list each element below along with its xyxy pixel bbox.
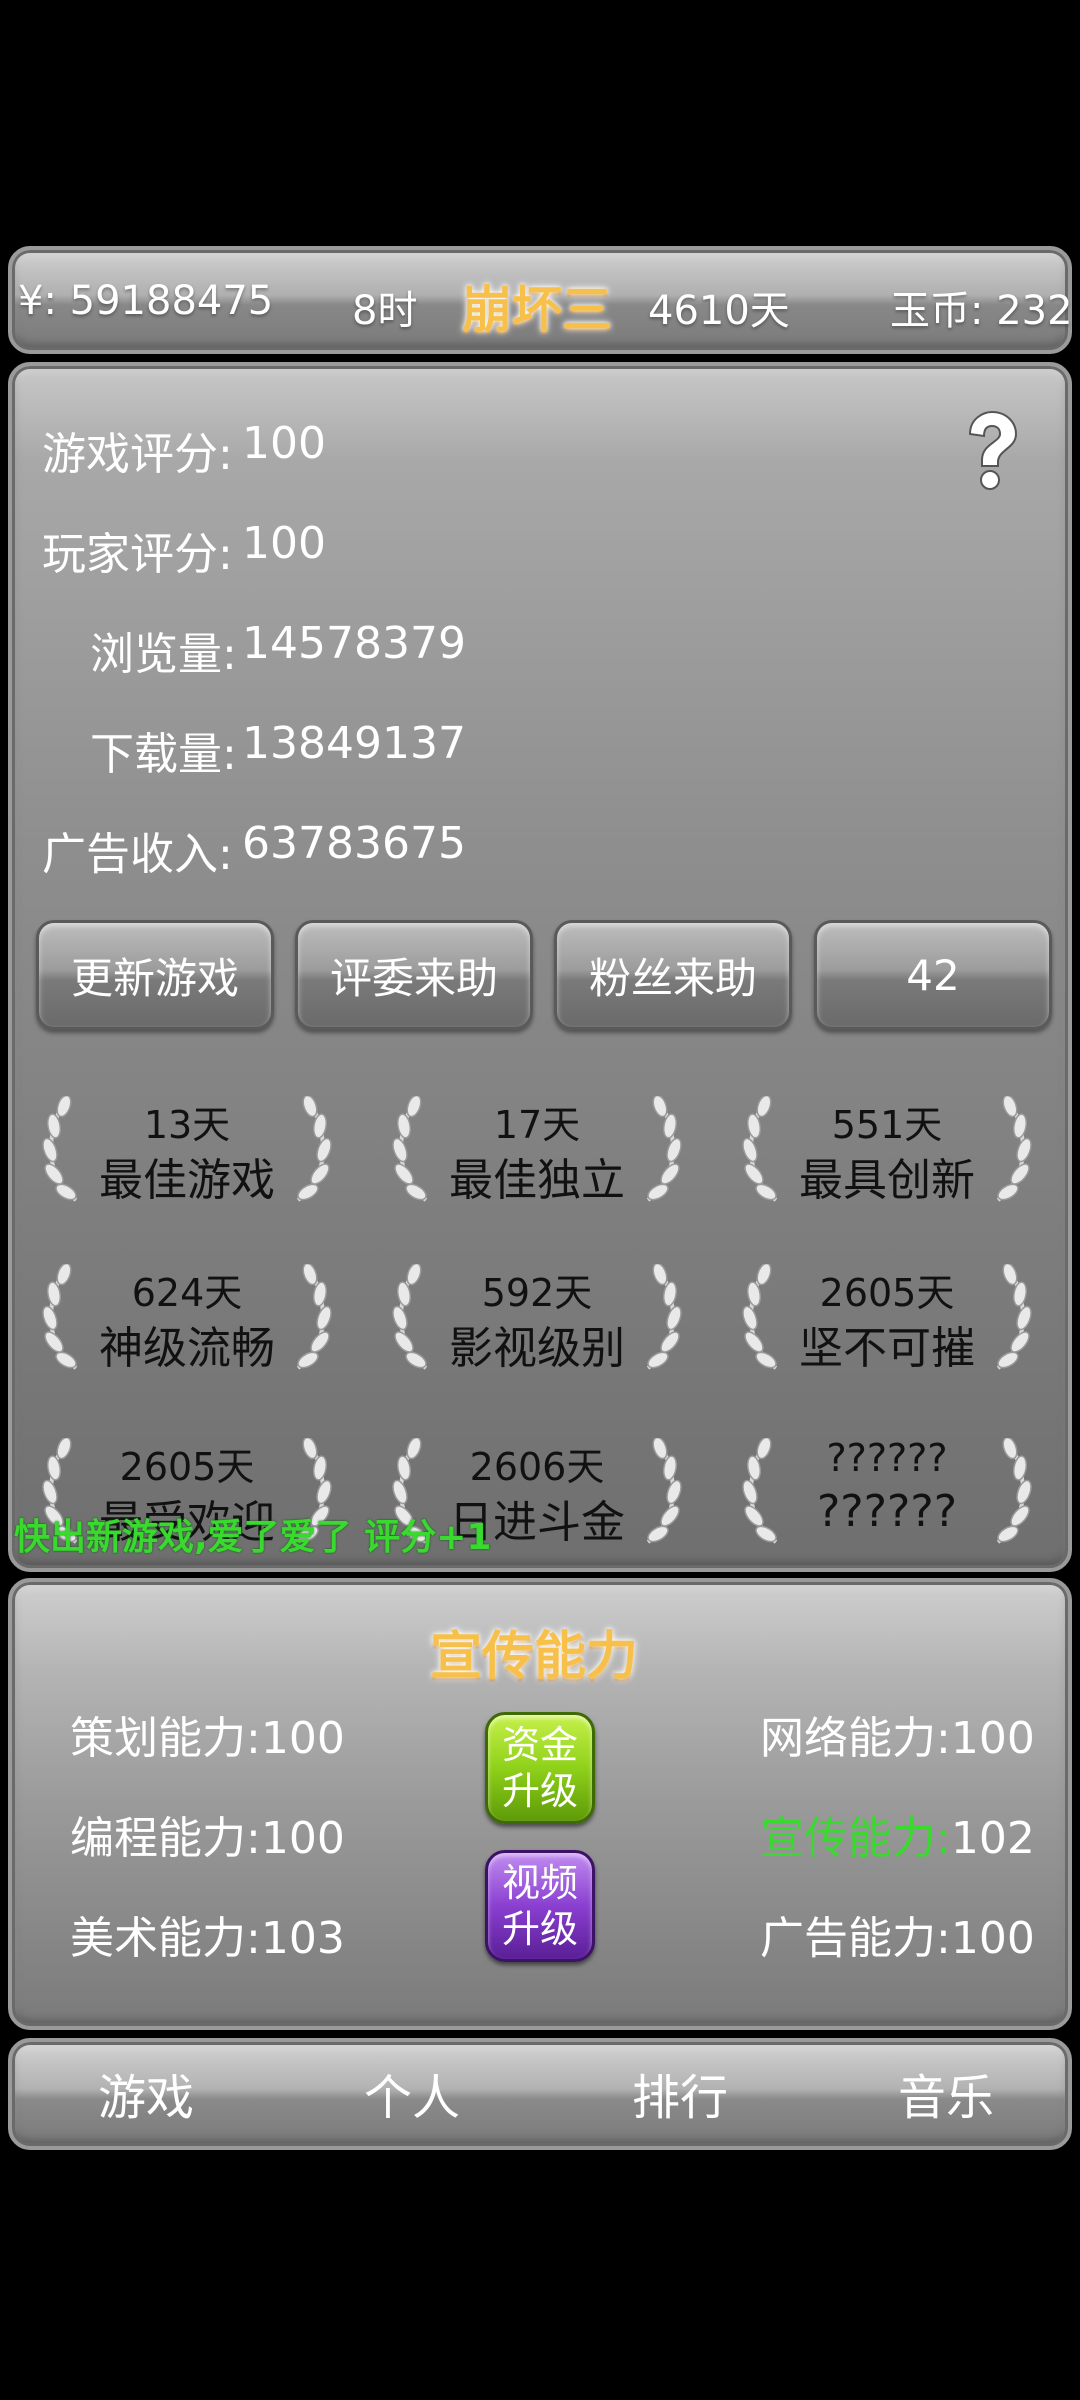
award-item: 2605天坚不可摧 (742, 1256, 1032, 1376)
art-ability: 美术能力:103 (70, 1902, 345, 1966)
fund-upgrade-line2: 升级 (501, 1769, 578, 1813)
stat-label-downloads: 下载量: (90, 729, 237, 780)
news-ticker: 快出新游戏,爱了爱了 评分+1 (14, 1517, 492, 1558)
nav-tab-game[interactable]: 游戏 (98, 2058, 194, 2128)
award-item: 17天最佳独立 (392, 1088, 682, 1208)
network-ability-value: 100 (950, 1713, 1035, 1764)
stat-label-ad-revenue: 广告收入: (42, 829, 233, 880)
nav-tab-personal[interactable]: 个人 (364, 2058, 460, 2128)
fans-help-button[interactable]: 粉丝来助 (554, 920, 792, 1030)
promotion-ability: 宣传能力:102 (760, 1802, 1035, 1866)
award-days: 624天 (131, 1271, 243, 1315)
award-name: 影视级别 (449, 1323, 625, 1374)
ads-ability: 广告能力:100 (760, 1902, 1035, 1966)
ads-ability-value: 100 (950, 1913, 1035, 1964)
art-ability-value: 103 (260, 1913, 345, 1964)
money-display: ¥: 59188475 (18, 278, 274, 324)
art-ability-label: 美术能力: (70, 1913, 261, 1964)
programming-ability-value: 100 (260, 1813, 345, 1864)
planning-ability-label: 策划能力: (70, 1713, 261, 1764)
stat-value-ad-revenue: 63783675 (242, 818, 466, 869)
stat-label-game-score: 游戏评分: (42, 429, 233, 480)
planning-ability-value: 100 (260, 1713, 345, 1764)
award-name: 最佳游戏 (99, 1155, 275, 1206)
programming-ability-label: 编程能力: (70, 1813, 261, 1864)
nav-tab-rank[interactable]: 排行 (632, 2058, 728, 2128)
video-upgrade-line1: 视频 (501, 1861, 578, 1905)
ads-ability-label: 广告能力: (760, 1913, 951, 1964)
hour-display: 8时 (352, 288, 418, 334)
days-display: 4610天 (648, 288, 790, 334)
award-name: 神级流畅 (99, 1323, 275, 1374)
award-item: 13天最佳游戏 (42, 1088, 332, 1208)
video-upgrade-line2: 升级 (501, 1907, 578, 1951)
award-name: ?????? (816, 1486, 958, 1537)
stat-label-views: 浏览量: (90, 629, 237, 680)
update-game-button[interactable]: 更新游戏 (36, 920, 274, 1030)
judges-help-button[interactable]: 评委来助 (295, 920, 533, 1030)
stat-value-views: 14578379 (242, 618, 466, 669)
award-days: 2605天 (119, 1445, 255, 1489)
award-item: ???????????? (742, 1430, 1032, 1550)
award-days: 551天 (831, 1103, 943, 1147)
award-name: 坚不可摧 (799, 1323, 975, 1374)
stat-value-game-score: 100 (242, 418, 326, 469)
award-days: 2606天 (469, 1445, 605, 1489)
video-upgrade-button[interactable]: 视频 升级 (485, 1850, 595, 1962)
award-days: 13天 (143, 1103, 231, 1147)
planning-ability: 策划能力:100 (70, 1702, 345, 1766)
award-item: 551天最具创新 (742, 1088, 1032, 1208)
award-name: 最佳独立 (449, 1155, 625, 1206)
award-name: 最具创新 (799, 1155, 975, 1206)
network-ability: 网络能力:100 (760, 1702, 1035, 1766)
counter-button[interactable]: 42 (814, 920, 1052, 1030)
fund-upgrade-line1: 资金 (501, 1723, 578, 1767)
award-days: ?????? (826, 1436, 948, 1480)
stat-label-player-score: 玩家评分: (42, 529, 233, 580)
network-ability-label: 网络能力: (760, 1713, 951, 1764)
promotion-ability-label: 宣传能力: (760, 1813, 951, 1864)
ability-panel-title: 宣传能力 (430, 1627, 639, 1687)
award-days: 2605天 (819, 1271, 955, 1315)
award-item: 592天影视级别 (392, 1256, 682, 1376)
stat-value-player-score: 100 (242, 518, 326, 569)
programming-ability: 编程能力:100 (70, 1802, 345, 1866)
game-title: 崩坏三 (462, 281, 612, 339)
nav-tab-music[interactable]: 音乐 (898, 2058, 994, 2128)
award-days: 592天 (481, 1271, 593, 1315)
fund-upgrade-button[interactable]: 资金 升级 (485, 1712, 595, 1824)
award-item: 624天神级流畅 (42, 1256, 332, 1376)
award-days: 17天 (493, 1103, 581, 1147)
question-mark-icon[interactable] (950, 408, 1030, 492)
promotion-ability-value: 102 (950, 1813, 1035, 1864)
jade-display: 玉币: 232 (890, 288, 1073, 334)
stat-value-downloads: 13849137 (242, 718, 466, 769)
